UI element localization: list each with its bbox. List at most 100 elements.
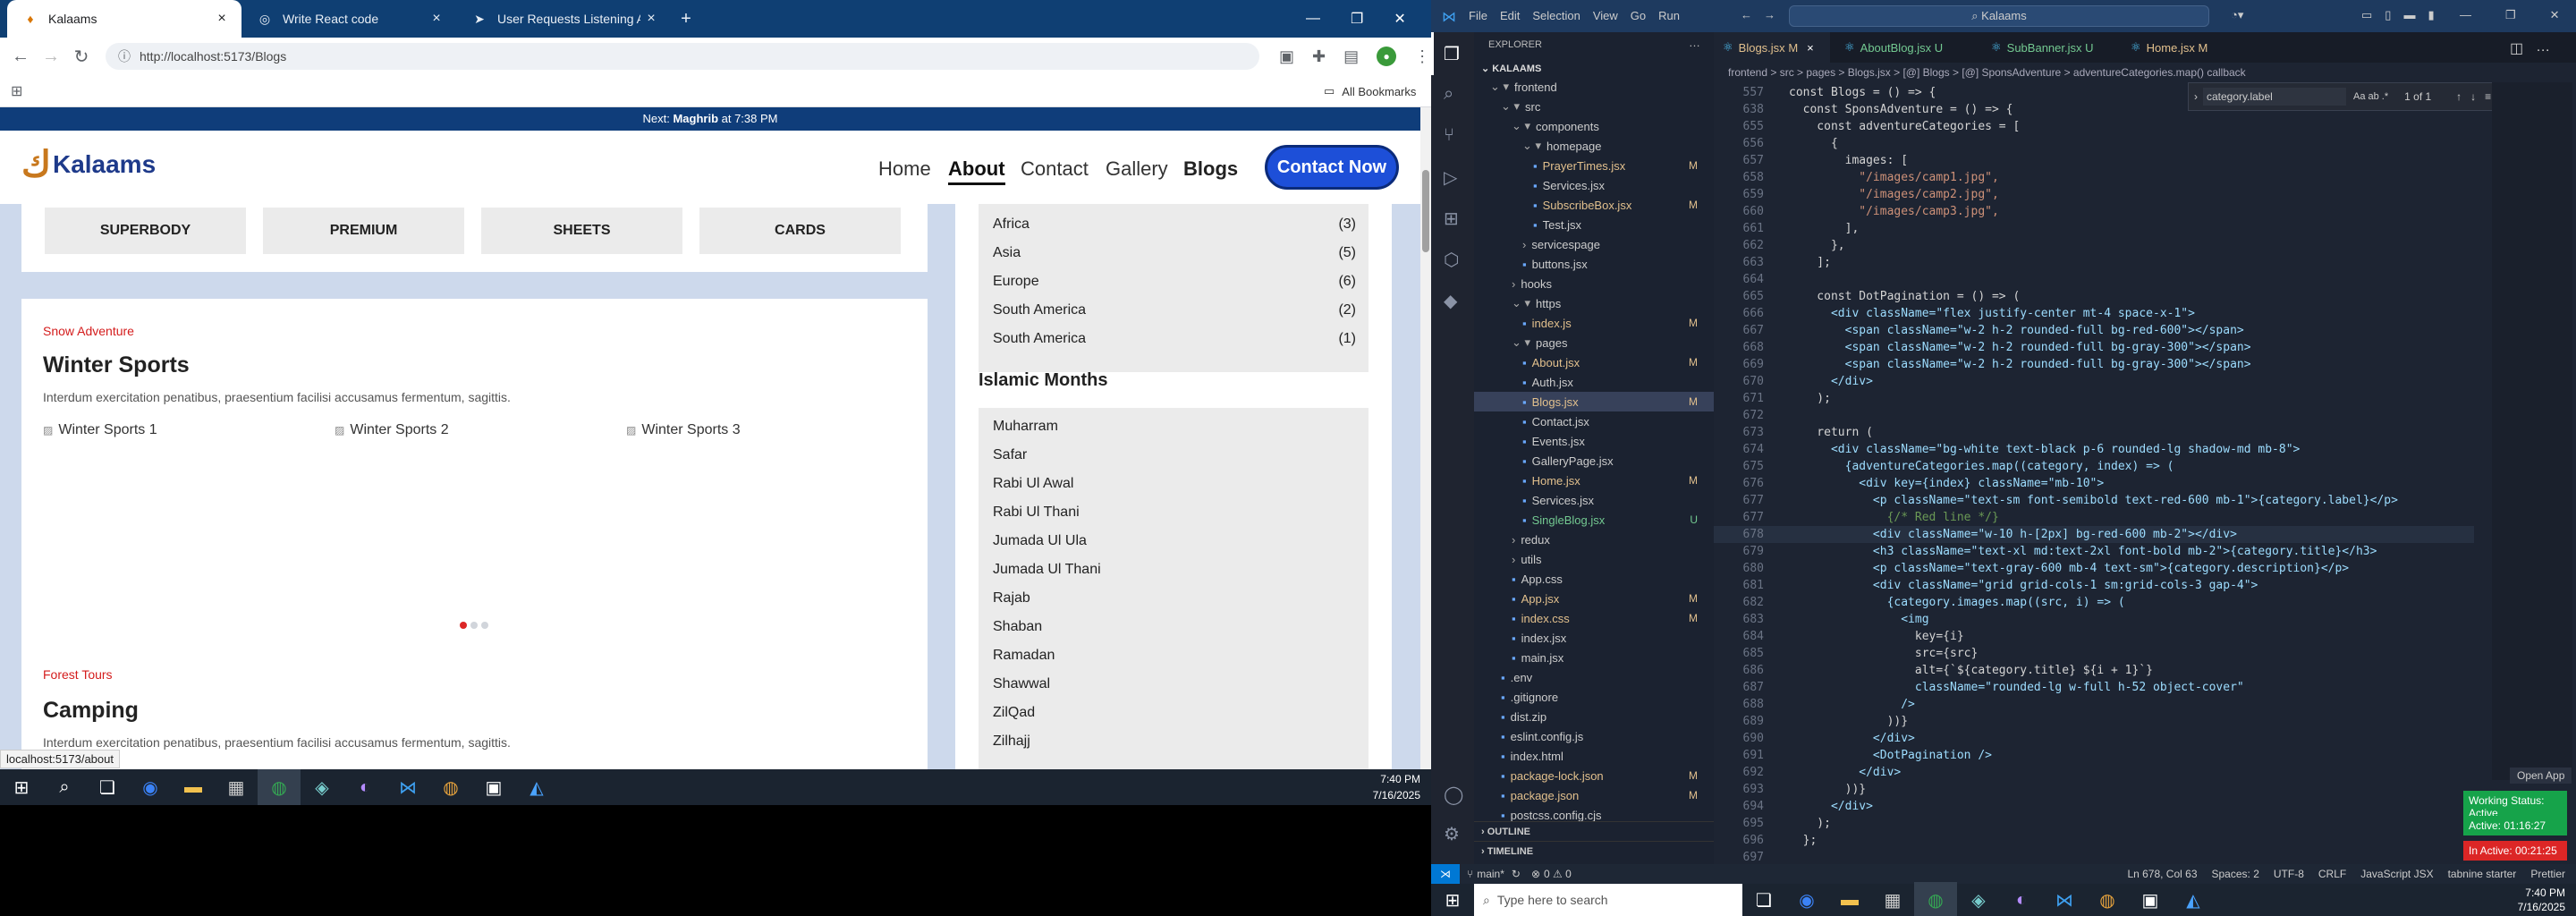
site-info-icon[interactable]: ⓘ	[118, 47, 131, 65]
code-line[interactable]: 675 {adventureCategories.map((category, …	[1714, 458, 2474, 475]
app-icon[interactable]: ◭	[515, 769, 558, 805]
apps-grid-icon[interactable]: ⊞	[11, 82, 22, 100]
month-item[interactable]: Muharram	[993, 419, 1058, 435]
tree-file[interactable]: ▪ dist.zip	[1474, 707, 1714, 726]
edge-icon[interactable]: ◉	[129, 769, 172, 805]
menu-item-file[interactable]: File	[1469, 9, 1487, 22]
remote-indicator-icon[interactable]: ⋊	[1431, 864, 1460, 884]
tree-file[interactable]: ▪ index.html	[1474, 746, 1714, 766]
tree-folder[interactable]: ⌄ ▾ https	[1474, 293, 1714, 313]
code-line[interactable]: 690 </div>	[1714, 730, 2474, 747]
tree-file[interactable]: ▪ PrayerTimes.jsx M	[1474, 156, 1714, 175]
tab-write-react-code[interactable]: ◎ Write React code ×	[242, 0, 456, 38]
timeline-section[interactable]: › TIMELINE	[1474, 841, 1714, 861]
windows-start-icon[interactable]: ⊞	[0, 769, 43, 805]
chrome-icon[interactable]: ◍	[258, 769, 301, 805]
language-mode[interactable]: JavaScript JSX	[2360, 868, 2433, 880]
windows-start-icon[interactable]: ⊞	[1431, 882, 1474, 916]
tabnine-icon[interactable]: ◆	[1444, 290, 1457, 312]
nav-about[interactable]: About	[948, 157, 1005, 185]
store-icon[interactable]: ▦	[1871, 882, 1914, 916]
region-name[interactable]: Europe	[993, 274, 1039, 290]
minimap[interactable]	[2492, 82, 2572, 780]
region-name[interactable]: Africa	[993, 216, 1030, 233]
month-item[interactable]: Rabi Ul Awal	[993, 476, 1073, 492]
layout-icon[interactable]: ▬	[2403, 8, 2415, 22]
code-line[interactable]: 684 key={i}	[1714, 628, 2474, 645]
tree-file[interactable]: ▪ Blogs.jsx M	[1474, 392, 1714, 411]
tree-file[interactable]: ▪ index.jsx	[1474, 628, 1714, 648]
close-tab-icon[interactable]: ×	[640, 11, 662, 27]
menu-item-selection[interactable]: Selection	[1532, 9, 1580, 22]
code-line[interactable]: 661 ],	[1714, 220, 2474, 237]
code-line[interactable]: 665 const DotPagination = () => (	[1714, 288, 2474, 305]
tree-folder[interactable]: › hooks	[1474, 274, 1714, 293]
app-icon[interactable]: ◈	[301, 769, 343, 805]
app-icon[interactable]: ◭	[2172, 882, 2215, 916]
tree-folder[interactable]: ⌄ ▾ components	[1474, 116, 1714, 136]
maximize-icon[interactable]: ❐	[1351, 10, 1363, 28]
page-scrollbar[interactable]	[1420, 107, 1431, 769]
code-line[interactable]: 672	[1714, 407, 2474, 424]
code-line[interactable]: 681 <div className="grid grid-cols-1 sm:…	[1714, 577, 2474, 594]
url-text[interactable]: http://localhost:5173/Blogs	[140, 49, 286, 64]
code-line[interactable]: 695 );	[1714, 815, 2474, 832]
zoom-icon[interactable]: ▣	[472, 769, 515, 805]
taskbar-search[interactable]: ⌕ Type here to search	[1474, 884, 1742, 916]
tree-folder[interactable]: ⌄ ▾ frontend	[1474, 77, 1714, 97]
tree-file[interactable]: ▪ SingleBlog.jsx U	[1474, 510, 1714, 530]
all-bookmarks[interactable]: All Bookmarks	[1342, 85, 1416, 98]
tree-file[interactable]: ▪ App.jsx M	[1474, 589, 1714, 608]
new-tab-button[interactable]: +	[671, 0, 701, 38]
github-desktop-icon[interactable]: ◐	[2000, 882, 2043, 916]
back-icon[interactable]: ←	[5, 41, 36, 72]
month-item[interactable]: Safar	[993, 447, 1027, 463]
month-item[interactable]: Jumada Ul Ula	[993, 533, 1087, 549]
split-editor-icon[interactable]: ◫	[2510, 39, 2523, 57]
menu-item-view[interactable]: View	[1593, 9, 1618, 22]
breadcrumb[interactable]: frontend > src > pages > Blogs.jsx > [@]…	[1714, 63, 2576, 82]
command-center[interactable]: ⌕ Kalaams	[1789, 5, 2209, 27]
code-line[interactable]: 656 {	[1714, 135, 2474, 152]
back-nav-icon[interactable]: ←	[1741, 8, 1752, 21]
code-line[interactable]: 696 };	[1714, 832, 2474, 849]
code-line[interactable]: 673 return (	[1714, 424, 2474, 441]
code-line[interactable]: 678 <div className="w-10 h-[2px] bg-red-…	[1714, 526, 2474, 543]
tree-file[interactable]: ▪ package.json M	[1474, 785, 1714, 805]
code-line[interactable]: 679 <h3 className="text-xl md:text-2xl f…	[1714, 543, 2474, 560]
month-item[interactable]: Zilhajj	[993, 734, 1030, 750]
month-item[interactable]: Jumada Ul Thani	[993, 562, 1101, 578]
tree-folder[interactable]: ⌄ ▾ homepage	[1474, 136, 1714, 156]
system-clock[interactable]: 7:40 PM 7/16/2025	[2518, 884, 2565, 916]
sidepanel-icon[interactable]: ▤	[1343, 47, 1359, 66]
more-menu-icon[interactable]: ⋮	[1414, 47, 1430, 66]
month-item[interactable]: Rajab	[993, 590, 1030, 606]
explorer-icon[interactable]: ❐	[1444, 43, 1460, 65]
sync-icon[interactable]: ↻	[1512, 868, 1521, 880]
puzzle-extensions-icon[interactable]: ✚	[1312, 47, 1326, 66]
tree-folder[interactable]: ⌄ ▾ pages	[1474, 333, 1714, 352]
code-line[interactable]: 677 <p className="text-sm font-semibold …	[1714, 492, 2474, 509]
layout-icon[interactable]: ▭	[2361, 8, 2372, 22]
minimize-icon[interactable]: —	[1306, 11, 1320, 27]
code-line[interactable]: 689 ))}	[1714, 713, 2474, 730]
region-name[interactable]: South America	[993, 331, 1086, 347]
tab-user-requests[interactable]: ➤ User Requests Listening Assista ×	[456, 0, 671, 38]
tree-file[interactable]: ▪ Auth.jsx	[1474, 372, 1714, 392]
tree-file[interactable]: ▪ Home.jsx M	[1474, 471, 1714, 490]
layout-icon[interactable]: ▮	[2428, 8, 2434, 22]
code-line[interactable]: 638 const SponsAdventure = () => {	[1714, 101, 2474, 118]
chrome-profile-icon[interactable]: ◍	[429, 769, 472, 805]
chrome-profile-icon[interactable]: ◍	[2086, 882, 2129, 916]
code-line[interactable]: 685 src={src}	[1714, 645, 2474, 662]
code-line[interactable]: 688 />	[1714, 696, 2474, 713]
code-line[interactable]: 669 <span className="w-2 h-2 rounded-ful…	[1714, 356, 2474, 373]
code-line[interactable]: 668 <span className="w-2 h-2 rounded-ful…	[1714, 339, 2474, 356]
pagination-dot[interactable]	[460, 622, 467, 629]
tree-folder[interactable]: › utils	[1474, 549, 1714, 569]
chrome-icon[interactable]: ◍	[1914, 882, 1957, 916]
code-line[interactable]: 660 "/images/camp3.jpg",	[1714, 203, 2474, 220]
minimize-icon[interactable]: —	[2460, 8, 2471, 22]
scrollbar-thumb[interactable]	[1422, 170, 1429, 252]
code-line[interactable]: 676 <div key={index} className="mb-10">	[1714, 475, 2474, 492]
